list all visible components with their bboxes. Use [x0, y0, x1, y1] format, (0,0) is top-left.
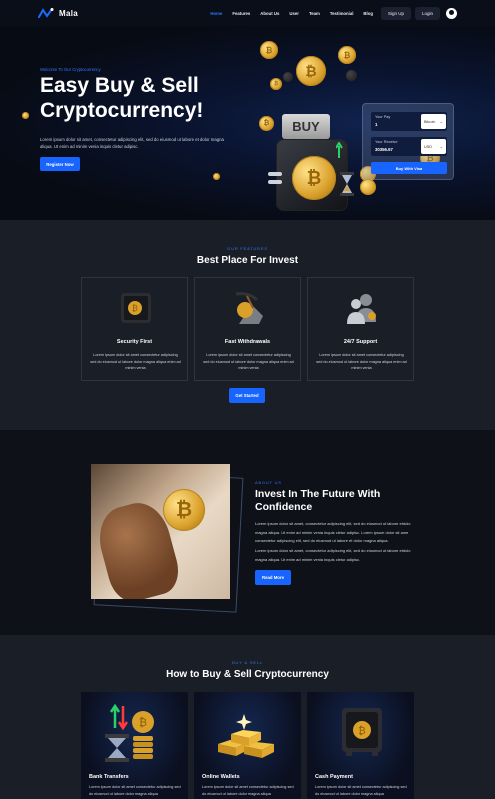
receive-label: Your Receive [375, 140, 398, 144]
nav-user[interactable]: User [289, 11, 299, 16]
about-paragraph: Lorem ipsum dolor sit amet, consectetur … [255, 548, 411, 562]
gold-bars-icon [218, 714, 274, 758]
coin-icon: ₿ [270, 78, 282, 90]
nav-blog[interactable]: Blog [363, 11, 373, 16]
hero-title: Easy Buy & Sell Cryptocurrency! [40, 74, 204, 122]
feature-card: ₿ Security First Lorem ipsum dolor sit a… [81, 277, 188, 381]
login-button[interactable]: Login [414, 6, 440, 20]
hourglass-coins-icon: ₿ [105, 704, 154, 762]
feature-title: Security First [116, 339, 153, 345]
pay-currency-select[interactable]: Bitcoin ⌄ [421, 114, 446, 129]
howto-section: BUY & SELL How to Buy & Sell Cryptocurre… [0, 635, 495, 799]
signup-button[interactable]: Sign Up [380, 6, 411, 20]
feature-title: 24/7 Support [343, 339, 378, 345]
about-title: Invest In The Future With Confidence [255, 488, 381, 513]
nav-testimonial[interactable]: Testimonial [330, 11, 354, 16]
theme-toggle-moon-icon[interactable] [446, 7, 457, 19]
buy-with-visa-button[interactable]: Buy With Visa [371, 162, 447, 174]
feature-card: Fast Withdrawals Lorem ipsum dolor sit a… [194, 277, 301, 381]
features-section: OUR FEATURES Best Place For Invest ₿ Sec… [0, 220, 495, 430]
coin-icon: ₿ [259, 116, 274, 131]
about-paragraph: Lorem ipsum dolor sit amet, consectetur … [255, 521, 411, 543]
about-section: ₿ ABOUT US Invest In The Future With Con… [0, 430, 495, 635]
hand-holding-bitcoin-image: ₿ [91, 464, 230, 599]
features-title: Best Place For Invest [196, 255, 299, 266]
main-nav: Home Features About Us User Team Testimo… [210, 11, 373, 16]
hero-eyebrow: Welcome To Our Cryptocurrency [40, 67, 101, 72]
bitcoin-icon: ₿ [163, 489, 205, 531]
machine-handle-icon [268, 172, 282, 176]
coin-icon: ₿ [260, 41, 278, 59]
svg-text:₿: ₿ [139, 716, 147, 729]
hourglass-icon [340, 172, 354, 196]
coin-icon: ₿ [338, 46, 356, 64]
feature-title: Fast Withdrawals [224, 339, 271, 345]
logo[interactable]: Mala [38, 8, 78, 18]
bitcoin-icon: ₿ [292, 156, 336, 200]
receive-currency-select[interactable]: USD ⌄ [421, 139, 446, 154]
pay-label: Your Pay [375, 115, 391, 119]
safe-icon: ₿ [342, 708, 382, 756]
read-more-button[interactable]: Read More [255, 570, 291, 585]
pay-currency-value: Bitcoin [424, 119, 436, 124]
machine-handle-icon [268, 180, 282, 184]
dark-coin-icon [346, 70, 357, 81]
feature-card: 24/7 Support Lorem ipsum dolor sit amet … [307, 277, 414, 381]
coin-icon [22, 112, 29, 119]
pay-field[interactable]: Your Pay 1 Bitcoin ⌄ [371, 112, 447, 131]
pay-value: 1 [375, 122, 378, 127]
howto-card-title: Bank Transfers [89, 774, 129, 780]
hero-description: Lorem ipsum dolor sit amet, consectetur … [40, 137, 224, 149]
receive-field[interactable]: Your Receive 30356.67 USD ⌄ [371, 137, 447, 156]
brand-name: Mala [59, 8, 78, 18]
coin-icon [360, 179, 376, 195]
howto-card: ₿ Bank Transfers Lorem ipsum dolor sit a… [81, 692, 188, 799]
trend-arrows-icon [336, 142, 343, 158]
nav-features[interactable]: Features [232, 11, 250, 16]
receive-currency-value: USD [424, 144, 433, 149]
howto-card-description: Lorem ipsum dolor sit amet consectetur a… [315, 785, 407, 796]
dark-coin-icon [283, 72, 293, 82]
howto-card-description: Lorem ipsum dolor sit amet consectetur a… [89, 785, 181, 796]
howto-card-title: Cash Payment [315, 774, 353, 780]
coin-icon [213, 173, 220, 180]
nav-about-us[interactable]: About Us [260, 11, 279, 16]
trade-widget: Your Pay 1 Bitcoin ⌄ Your Receive 30356.6… [362, 103, 454, 180]
safe-icon: ₿ [121, 293, 151, 323]
nav-home[interactable]: Home [210, 11, 222, 16]
receive-value: 30356.67 [375, 147, 393, 152]
feature-description: Lorem ipsum dolor sit amet consectetur a… [90, 353, 181, 370]
howto-card: Online Wallets Lorem ipsum dolor sit ame… [194, 692, 301, 799]
svg-text:₿: ₿ [358, 725, 365, 737]
pickaxe-coin-icon [235, 292, 263, 324]
features-eyebrow: OUR FEATURES [227, 246, 268, 251]
coin-icon: ₿ [296, 56, 326, 86]
howto-card-description: Lorem ipsum dolor sit amet consectetur a… [202, 785, 294, 796]
howto-card: ₿ Cash Payment Lorem ipsum dolor sit ame… [307, 692, 414, 799]
chevron-down-icon: ⌄ [439, 119, 443, 124]
logo-mark-icon [38, 8, 54, 18]
buy-sign: BUY [282, 114, 330, 139]
svg-text:₿: ₿ [132, 304, 138, 313]
chevron-down-icon: ⌄ [439, 144, 443, 149]
support-people-icon [347, 294, 376, 324]
feature-description: Lorem ipsum dolor sit amet consectetur a… [316, 353, 407, 370]
howto-title: How to Buy & Sell Cryptocurrency [166, 669, 329, 680]
howto-eyebrow: BUY & SELL [232, 660, 263, 665]
get-started-button[interactable]: Get Started [229, 388, 265, 403]
feature-description: Lorem ipsum dolor sit amet consectetur a… [203, 353, 294, 370]
site-header: Mala Home Features About Us User Team Te… [0, 0, 495, 26]
howto-card-title: Online Wallets [202, 774, 240, 780]
nav-team[interactable]: Team [309, 11, 320, 16]
hero-section: Welcome To Our Cryptocurrency Easy Buy &… [0, 26, 495, 220]
about-eyebrow: ABOUT US [255, 480, 282, 485]
register-now-button[interactable]: Register Now [40, 157, 80, 171]
